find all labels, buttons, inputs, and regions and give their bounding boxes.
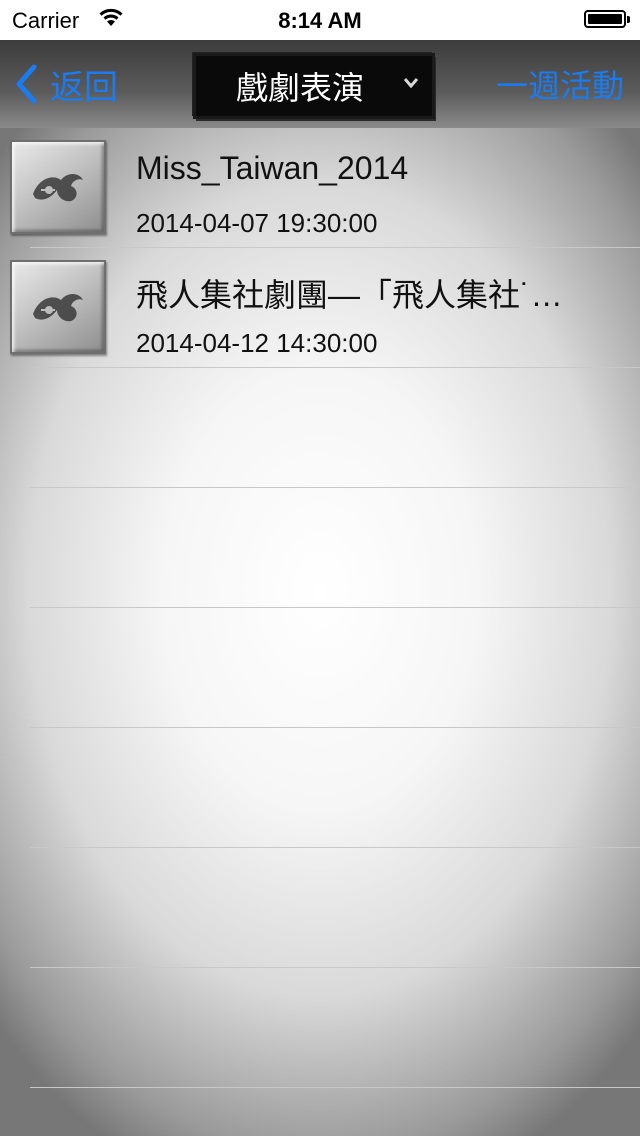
row-divider (30, 607, 640, 608)
back-label: 返回 (50, 68, 118, 107)
row-divider (30, 727, 640, 728)
category-dropdown[interactable]: 戲劇表演 (196, 56, 432, 116)
status-time: 8:14 AM (278, 8, 362, 33)
category-label: 戲劇表演 (235, 70, 364, 106)
logo-icon (33, 174, 83, 202)
chevron-left-icon (16, 64, 37, 104)
row-divider (30, 487, 640, 488)
chevron-down-icon (404, 78, 418, 88)
row-divider (30, 847, 640, 848)
event-row[interactable]: 飛人集社劇團—「飛人集社˙… 2014-04-12 14:30:00 (0, 248, 640, 368)
row-divider (30, 967, 640, 968)
event-list: Miss_Taiwan_2014 2014-04-07 19:30:00 飛人集… (0, 128, 640, 368)
status-bar: Carrier 8:14 AM (0, 0, 640, 40)
event-row[interactable]: Miss_Taiwan_2014 2014-04-07 19:30:00 (0, 128, 640, 248)
week-events-label: 一週活動 (495, 68, 624, 104)
event-thumbnail (10, 260, 106, 354)
row-divider (30, 1087, 640, 1088)
event-date: 2014-04-07 19:30:00 (136, 208, 378, 238)
week-events-button[interactable]: 一週活動 (496, 62, 624, 106)
back-button[interactable]: 返回 (14, 62, 118, 107)
logo-icon (33, 294, 83, 322)
event-thumbnail (10, 140, 106, 234)
navigation-bar: 返回 戲劇表演 一週活動 (0, 40, 640, 128)
battery-icon (584, 10, 630, 28)
event-title: 飛人集社劇團—「飛人集社˙… (136, 277, 563, 313)
event-date: 2014-04-12 14:30:00 (136, 328, 378, 358)
row-divider (30, 367, 640, 368)
event-title: Miss_Taiwan_2014 (136, 150, 409, 186)
